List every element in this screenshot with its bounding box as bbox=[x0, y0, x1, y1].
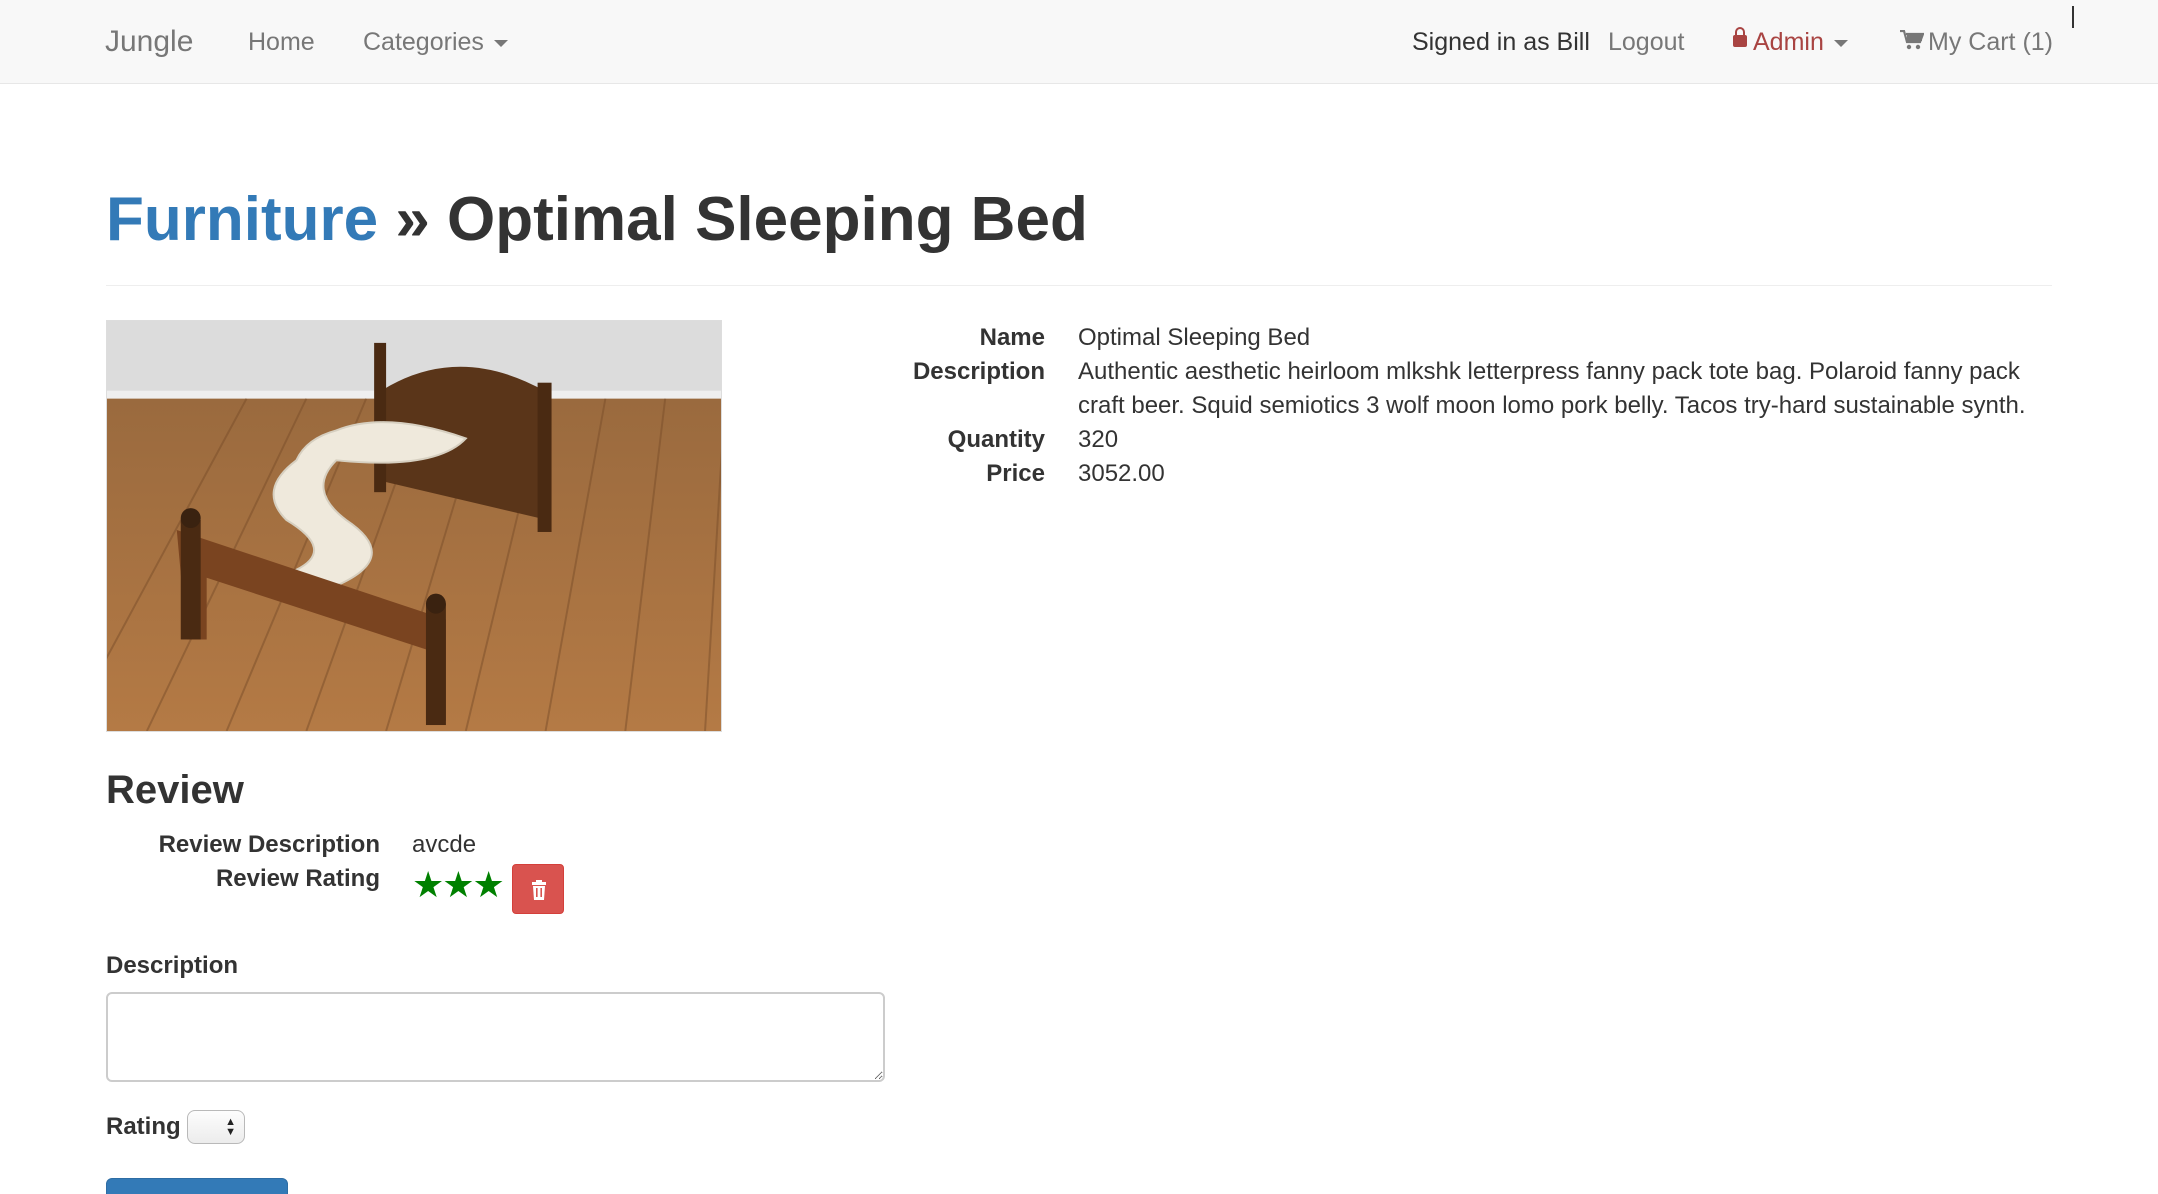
signed-in-text: Signed in as Bill bbox=[1412, 28, 1590, 56]
page-title: Furniture » Optimal Sleeping Bed bbox=[106, 180, 2052, 260]
page-header: Furniture » Optimal Sleeping Bed bbox=[106, 180, 2052, 286]
description-textarea[interactable] bbox=[106, 992, 885, 1082]
breadcrumb-separator: » bbox=[378, 185, 448, 254]
category-breadcrumb-link[interactable]: Furniture bbox=[106, 185, 378, 254]
admin-dropdown[interactable]: Admin bbox=[1733, 0, 1848, 84]
rating-field-label: Rating bbox=[106, 1113, 181, 1140]
my-cart-label: My Cart (1) bbox=[1928, 28, 2053, 56]
review-description-label: Review Description bbox=[158, 831, 380, 858]
description-value-line-2: craft beer. Squid semiotics 3 wolf moon … bbox=[1078, 392, 2026, 419]
name-label: Name bbox=[979, 324, 1045, 351]
submit-review-button[interactable] bbox=[106, 1178, 288, 1194]
chevron-down-icon bbox=[493, 39, 508, 47]
trash-icon bbox=[532, 880, 546, 900]
price-value: 3052.00 bbox=[1078, 460, 1165, 487]
nav-home-link[interactable]: Home bbox=[248, 0, 315, 84]
review-rating-label: Review Rating bbox=[215, 865, 380, 892]
bed-photo bbox=[107, 321, 721, 731]
nav-categories-label: Categories bbox=[363, 28, 484, 56]
rating-select[interactable]: ▲ ▼ bbox=[187, 1110, 245, 1144]
review-description-value: avcde bbox=[412, 831, 477, 858]
quantity-value: 320 bbox=[1078, 426, 1119, 453]
delete-review-button[interactable] bbox=[512, 864, 564, 914]
description-value-line-1: Authentic aesthetic heirloom mlkshk lett… bbox=[1078, 358, 2020, 385]
text-cursor bbox=[2072, 6, 2074, 28]
review-rating-stars: ★★★ bbox=[412, 864, 505, 905]
product-title: Optimal Sleeping Bed bbox=[447, 185, 1088, 254]
my-cart-link[interactable]: My Cart (1) bbox=[1900, 0, 2053, 84]
product-image bbox=[106, 320, 722, 732]
review-heading: Review bbox=[106, 768, 244, 812]
select-arrows-icon: ▲ ▼ bbox=[225, 1116, 236, 1138]
nav-categories-dropdown[interactable]: Categories bbox=[363, 0, 508, 84]
shopping-cart-icon bbox=[1900, 30, 1924, 50]
name-value: Optimal Sleeping Bed bbox=[1078, 324, 1311, 351]
lock-icon bbox=[1733, 27, 1747, 48]
quantity-label: Quantity bbox=[947, 426, 1045, 453]
logout-link[interactable]: Logout bbox=[1608, 0, 1684, 84]
navbar: Jungle Home Categories Signed in as Bill… bbox=[0, 0, 2158, 84]
chevron-down-icon bbox=[1833, 39, 1848, 47]
description-field-label: Description bbox=[106, 952, 239, 979]
brand-link[interactable]: Jungle bbox=[105, 0, 193, 84]
price-label: Price bbox=[986, 460, 1045, 487]
admin-label: Admin bbox=[1753, 28, 1824, 56]
description-label: Description bbox=[912, 358, 1045, 385]
